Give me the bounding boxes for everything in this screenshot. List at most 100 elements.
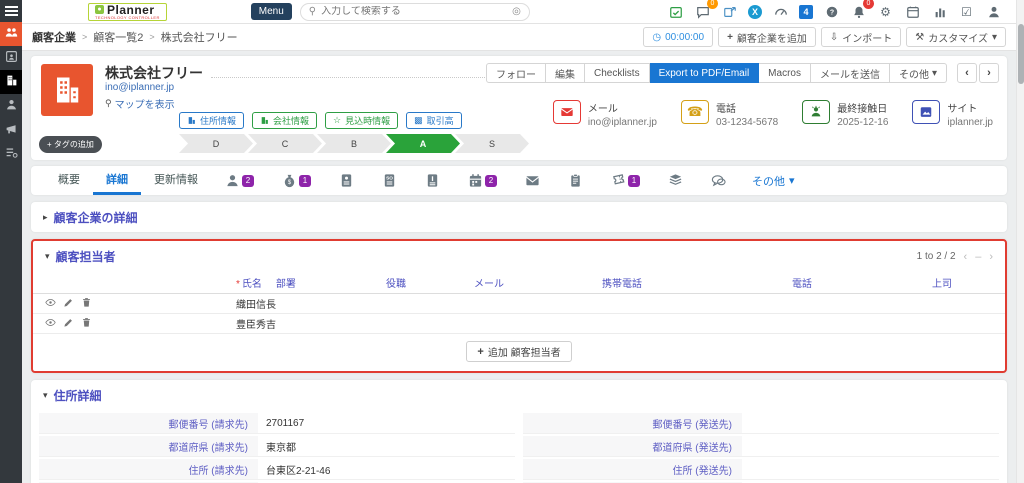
global-search[interactable]: ⚲ ◎ — [300, 3, 530, 21]
tab-quotes[interactable] — [325, 166, 368, 195]
view-icon[interactable] — [45, 297, 56, 311]
pipeline-stage-a-active[interactable]: A — [386, 134, 460, 153]
search-scope-icon[interactable]: ◎ — [512, 6, 521, 17]
col-name: 氏名 — [242, 279, 262, 290]
pipeline-stage-d[interactable]: D — [179, 134, 253, 153]
hamburger-menu-icon[interactable] — [0, 0, 22, 22]
contact-name[interactable]: 豊臣秀吉 — [236, 316, 386, 331]
calendar-icon[interactable] — [904, 3, 921, 20]
show-map-link[interactable]: ⚲マップを表示 — [105, 96, 175, 111]
edit-button[interactable]: 編集 — [546, 63, 585, 83]
sidebar-item-contacts-book[interactable] — [0, 46, 22, 70]
user-icon[interactable] — [985, 3, 1002, 20]
tasks-icon[interactable]: ☑ — [958, 3, 975, 20]
prospect-info-button[interactable]: ☆見込時情報 — [325, 112, 398, 129]
breadcrumb-list[interactable]: 顧客一覧2 — [93, 29, 143, 45]
edit-icon[interactable] — [63, 317, 74, 331]
page-prev-icon[interactable]: ‹ — [964, 251, 968, 263]
page-next-icon[interactable]: › — [989, 251, 993, 263]
sidebar-item-companies[interactable] — [0, 70, 22, 94]
tab-details[interactable]: 詳細 — [93, 166, 141, 195]
import-button[interactable]: ⇩インポート — [821, 27, 901, 47]
tab-contacts[interactable]: 2 — [211, 166, 268, 195]
help-icon[interactable]: ? — [823, 3, 840, 20]
checklists-button[interactable]: Checklists — [585, 63, 650, 83]
phone-icon[interactable]: ☎ — [681, 100, 709, 124]
tab-deals[interactable]: $1 — [268, 166, 325, 195]
search-input[interactable] — [321, 6, 507, 17]
field-value[interactable]: 台東区2-21-46 — [258, 459, 515, 479]
contacts-section-title[interactable]: 顧客担当者 — [56, 248, 116, 265]
add-tag-button[interactable]: + タグの追加 — [39, 136, 102, 153]
tab-notes[interactable] — [554, 166, 597, 195]
add-company-button[interactable]: +顧客企業を追加 — [718, 27, 816, 47]
edit-icon[interactable] — [63, 297, 74, 311]
tab-more[interactable]: その他▾ — [740, 166, 807, 195]
quick-info-site: サイトiplanner.jp — [912, 100, 993, 128]
customize-button[interactable]: ⚒カスタマイズ▾ — [906, 27, 1006, 47]
apps-icon[interactable]: 4 — [799, 5, 813, 19]
pipeline-stage-b[interactable]: B — [317, 134, 391, 153]
tab-email[interactable] — [511, 166, 554, 195]
timer-button[interactable]: ◷00:00:00 — [643, 27, 713, 47]
view-icon[interactable] — [45, 317, 56, 331]
field-value[interactable]: 2701167 — [258, 413, 515, 433]
chat-icon[interactable]: 0 — [694, 3, 711, 20]
address-section-title[interactable]: 住所詳細 — [54, 387, 102, 404]
tab-tickets[interactable]: 1 — [597, 166, 654, 195]
macros-button[interactable]: Macros — [759, 63, 811, 83]
follow-button[interactable]: フォロー — [486, 63, 546, 83]
gear-icon[interactable]: ⚙ — [877, 3, 894, 20]
last-contact-icon[interactable] — [802, 100, 830, 124]
x-logo-icon[interactable]: X — [748, 5, 762, 19]
sidebar-item-filters[interactable] — [0, 142, 22, 166]
tab-invoices[interactable] — [411, 166, 454, 195]
gauge-icon[interactable] — [772, 3, 789, 20]
field-value[interactable] — [742, 459, 999, 479]
deals-icon: $ — [282, 173, 297, 188]
delete-icon[interactable] — [81, 297, 92, 311]
tab-calendar[interactable]: 2 — [454, 166, 511, 195]
pipeline-stage-c[interactable]: C — [248, 134, 322, 153]
company-details-title[interactable]: 顧客企業の詳細 — [54, 209, 138, 226]
website-icon[interactable] — [912, 100, 940, 124]
delete-icon[interactable] — [81, 317, 92, 331]
company-info-button[interactable]: 会社情報 — [252, 112, 317, 129]
tab-salesorders[interactable]: SO — [368, 166, 411, 195]
tab-chat[interactable] — [697, 166, 740, 195]
scrollbar-thumb[interactable] — [1018, 24, 1024, 84]
previous-record-button[interactable]: ‹ — [957, 63, 977, 83]
chart-icon[interactable] — [931, 3, 948, 20]
field-value[interactable] — [742, 436, 999, 456]
tab-overview[interactable]: 概要 — [45, 166, 93, 195]
field-value[interactable] — [742, 413, 999, 433]
breadcrumb-record[interactable]: 株式会社フリー — [161, 29, 238, 45]
revenue-button[interactable]: ▩取引高 — [406, 112, 462, 129]
next-record-button[interactable]: › — [979, 63, 999, 83]
menu-button[interactable]: Menu — [251, 3, 292, 20]
contact-name[interactable]: 織田信長 — [236, 296, 386, 311]
export-icon[interactable] — [721, 3, 738, 20]
tab-badge: 1 — [628, 175, 640, 187]
sidebar-item-customers[interactable] — [0, 22, 22, 46]
send-mail-button[interactable]: メールを送信 — [811, 63, 890, 83]
field-row: 都道府県 (発送先) — [523, 436, 999, 457]
chevron-right-icon: ▸ — [43, 212, 48, 223]
sidebar-item-campaigns[interactable] — [0, 118, 22, 142]
field-value[interactable]: 東京都 — [258, 436, 515, 456]
company-avatar[interactable] — [41, 64, 93, 116]
sidebar-item-person[interactable] — [0, 94, 22, 118]
add-contact-button[interactable]: +追加 顧客担当者 — [466, 341, 571, 362]
export-pdf-email-button[interactable]: Export to PDF/Email — [650, 63, 760, 83]
company-email-link[interactable]: ino@iplanner.jp — [105, 82, 174, 93]
vertical-scrollbar[interactable] — [1016, 0, 1024, 483]
pipeline-stage-s[interactable]: S — [455, 134, 529, 153]
breadcrumb-module[interactable]: 顧客企業 — [32, 29, 76, 45]
email-icon[interactable] — [553, 100, 581, 124]
tab-products[interactable] — [654, 166, 697, 195]
calendar-check-icon[interactable] — [667, 3, 684, 20]
bell-icon[interactable]: 0 — [850, 3, 867, 20]
tab-updates[interactable]: 更新情報 — [141, 166, 211, 195]
address-info-button[interactable]: 住所情報 — [179, 112, 244, 129]
more-actions-button[interactable]: その他▾ — [890, 63, 947, 83]
